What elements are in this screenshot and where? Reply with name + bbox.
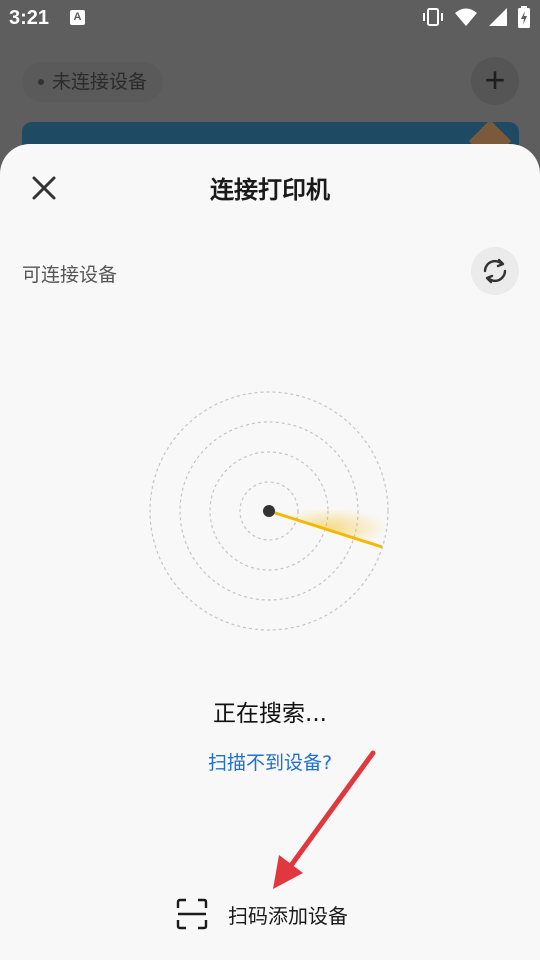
device-status-text: 未连接设备 bbox=[52, 71, 148, 93]
scan-add-device-button[interactable]: 扫码添加设备 bbox=[176, 896, 348, 932]
cannot-find-device-link[interactable]: 扫描不到设备? bbox=[0, 748, 540, 775]
scan-qr-icon bbox=[176, 898, 208, 930]
scan-add-device-label: 扫码添加设备 bbox=[228, 903, 348, 928]
signal-icon bbox=[489, 8, 507, 26]
available-devices-label: 可连接设备 bbox=[22, 264, 118, 286]
sheet-title: 连接打印机 bbox=[210, 176, 330, 204]
refresh-icon bbox=[483, 258, 507, 284]
notification-a-icon: A bbox=[70, 10, 85, 25]
background-add-button: + bbox=[471, 57, 519, 105]
refresh-button[interactable] bbox=[471, 247, 519, 295]
status-icons bbox=[422, 6, 530, 28]
battery-charging-icon bbox=[518, 6, 530, 28]
radar-center-dot bbox=[263, 505, 275, 517]
status-bar: 3:21 A bbox=[0, 0, 540, 36]
radar-scanner bbox=[149, 391, 389, 631]
wifi-icon bbox=[455, 8, 477, 26]
device-status-pill: 未连接设备 bbox=[22, 62, 164, 102]
status-dot-icon bbox=[38, 79, 44, 85]
connect-printer-sheet: 连接打印机 可连接设备 正在搜索... 扫描不到设备? 扫码添加设备 bbox=[0, 144, 540, 960]
vibrate-icon bbox=[423, 8, 443, 26]
status-time: 3:21 bbox=[9, 7, 50, 29]
searching-status: 正在搜索... bbox=[213, 701, 327, 727]
